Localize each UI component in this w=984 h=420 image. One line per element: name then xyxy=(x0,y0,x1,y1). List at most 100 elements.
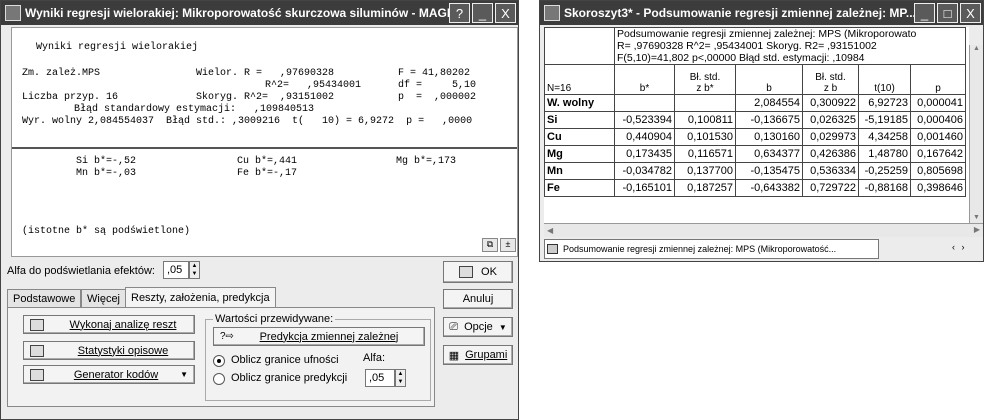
stepper-up-icon[interactable]: ▲ xyxy=(192,263,198,269)
scroll-left-icon[interactable]: ◀ xyxy=(547,226,553,235)
scroll-up-icon[interactable]: ▲ xyxy=(970,45,983,52)
table-cell[interactable]: 0,000406 xyxy=(910,111,966,129)
table-row[interactable]: W. wolny 2,084554 0,300922 6,92723 0,000… xyxy=(544,94,966,112)
close-button[interactable]: X xyxy=(960,3,981,23)
close-button[interactable]: X xyxy=(495,3,516,23)
table-cell[interactable]: 0,634377 xyxy=(735,145,803,163)
row-header[interactable]: Si xyxy=(544,111,615,129)
pencil-icon xyxy=(30,368,44,381)
next-sheet-icon[interactable]: › xyxy=(962,242,965,252)
table-cell[interactable]: 0,026325 xyxy=(802,111,859,129)
table-cell[interactable]: 6,92723 xyxy=(858,94,911,112)
cancel-button[interactable]: Anuluj xyxy=(443,289,513,309)
table-cell[interactable]: 0,029973 xyxy=(802,128,859,146)
tab-basic[interactable]: Podstawowe xyxy=(7,289,82,307)
table-cell[interactable] xyxy=(674,94,736,112)
table-cell[interactable]: 1,48780 xyxy=(858,145,911,163)
predict-dependent-button[interactable]: ?⇨ Predykcja zmiennej zależnej xyxy=(213,327,425,346)
prev-sheet-icon[interactable]: ‹ xyxy=(952,242,955,252)
column-header[interactable]: t(10) xyxy=(858,64,911,95)
options-button[interactable]: ⎚ Opcje ▼ xyxy=(443,317,513,337)
table-cell[interactable]: -0,88168 xyxy=(858,179,911,197)
table-cell[interactable]: 0,101530 xyxy=(674,128,736,146)
table-cell[interactable]: 0,536334 xyxy=(802,162,859,180)
vertical-scrollbar[interactable]: ▲ ▼ xyxy=(969,45,983,223)
table-cell[interactable]: -5,19185 xyxy=(858,111,911,129)
table-cell[interactable] xyxy=(614,94,675,112)
table-cell[interactable]: 0,000041 xyxy=(910,94,966,112)
table-cell[interactable]: 0,300922 xyxy=(802,94,859,112)
minimize-button[interactable]: _ xyxy=(914,3,935,23)
table-cell[interactable]: 0,173435 xyxy=(614,145,675,163)
radio-prediction-limits[interactable] xyxy=(213,373,225,385)
column-header[interactable]: Bł. std. z b xyxy=(802,64,859,95)
stepper-down-icon[interactable]: ▼ xyxy=(398,379,404,385)
alpha-stepper[interactable]: ▲ ▼ xyxy=(395,369,406,387)
spreadsheet-grid[interactable]: Podsumowanie regresji zmiennej zależnej:… xyxy=(544,27,969,223)
row-header[interactable]: Mg xyxy=(544,145,615,163)
minimize-button[interactable]: _ xyxy=(472,3,493,23)
window-icon xyxy=(5,5,21,21)
table-cell[interactable]: -0,643382 xyxy=(735,179,803,197)
ok-button[interactable]: OK xyxy=(443,261,513,283)
descriptive-stats-button[interactable]: Statystyki opisowe xyxy=(23,341,195,360)
horizontal-scrollbar[interactable]: ◀ ▶ xyxy=(544,223,983,237)
radio-confidence-limits[interactable] xyxy=(213,355,225,367)
column-header[interactable]: Bł. std. z b* xyxy=(674,64,736,95)
row-header[interactable]: Mn xyxy=(544,162,615,180)
sheet-icon xyxy=(547,244,558,254)
table-cell[interactable]: -0,165101 xyxy=(614,179,675,197)
expand-icon[interactable]: ± xyxy=(500,238,516,252)
table-row[interactable]: Mn -0,034782 0,137700 -0,135475 0,536334… xyxy=(544,162,966,180)
table-cell[interactable]: -0,523394 xyxy=(614,111,675,129)
tab-residuals[interactable]: Reszty, założenia, predykcja xyxy=(125,287,276,307)
maximize-button[interactable]: □ xyxy=(937,3,958,23)
table-row[interactable]: Cu 0,440904 0,101530 0,130160 0,029973 4… xyxy=(544,128,966,146)
column-header[interactable]: p xyxy=(910,64,966,95)
table-cell[interactable]: 0,398646 xyxy=(910,179,966,197)
table-cell[interactable]: 0,440904 xyxy=(614,128,675,146)
sheet-tab[interactable]: Podsumowanie regresji zmiennej zależnej:… xyxy=(544,239,879,259)
alpha-effects-input[interactable]: ,05 xyxy=(163,261,189,279)
stepper-up-icon[interactable]: ▲ xyxy=(398,371,404,377)
table-cell[interactable]: 0,137700 xyxy=(674,162,736,180)
table-cell[interactable]: 0,001460 xyxy=(910,128,966,146)
table-cell[interactable]: 0,100811 xyxy=(674,111,736,129)
table-row[interactable]: Si -0,523394 0,100811 -0,136675 0,026325… xyxy=(544,111,966,129)
column-header[interactable]: b xyxy=(735,64,803,95)
row-header[interactable]: Fe xyxy=(544,179,615,197)
table-cell[interactable]: 0,426386 xyxy=(802,145,859,163)
table-cell[interactable]: 0,805698 xyxy=(910,162,966,180)
sheet-nav-arrows[interactable]: ‹ › xyxy=(952,242,965,252)
residual-analysis-button[interactable]: Wykonaj analizę reszt xyxy=(23,315,195,334)
alpha-effects-stepper[interactable]: ▲ ▼ xyxy=(189,261,200,279)
table-cell[interactable]: 0,187257 xyxy=(674,179,736,197)
table-cell[interactable]: 0,130160 xyxy=(735,128,803,146)
table-cell[interactable]: 0,729722 xyxy=(802,179,859,197)
tab-more[interactable]: Więcej xyxy=(81,289,127,307)
scroll-down-icon[interactable]: ▼ xyxy=(973,214,980,221)
table-cell[interactable]: -0,25259 xyxy=(858,162,911,180)
code-generator-button[interactable]: Generator kodów ▼ xyxy=(23,365,195,384)
table-cell[interactable]: 0,167642 xyxy=(910,145,966,163)
scroll-right-icon[interactable]: ▶ xyxy=(974,225,980,234)
table-cell[interactable]: 4,34258 xyxy=(858,128,911,146)
table-row[interactable]: Mg 0,173435 0,116571 0,634377 0,426386 1… xyxy=(544,145,966,163)
row-header[interactable]: W. wolny xyxy=(544,94,615,112)
table-cell[interactable]: -0,136675 xyxy=(735,111,803,129)
alpha-effects-label: Alfa do podświetlania efektów: xyxy=(7,265,155,277)
groups-button[interactable]: ▦ Grupami xyxy=(443,345,513,365)
help-button[interactable]: ? xyxy=(449,3,470,23)
table-cell[interactable]: -0,034782 xyxy=(614,162,675,180)
standard-error-text: Błąd standardowy estymacji: ,109840513 xyxy=(74,104,315,115)
table-row[interactable]: Fe -0,165101 0,187257 -0,643382 0,729722… xyxy=(544,179,966,197)
alpha-input[interactable]: ,05 xyxy=(365,369,395,387)
table-cell[interactable]: 2,084554 xyxy=(735,94,803,112)
copy-icon[interactable]: ⧉ xyxy=(482,238,498,252)
left-title-bar[interactable]: Wyniki regresji wielorakiej: Mikroporowa… xyxy=(1,1,518,25)
column-header[interactable]: b* xyxy=(614,64,675,95)
table-cell[interactable]: 0,116571 xyxy=(674,145,736,163)
stepper-down-icon[interactable]: ▼ xyxy=(192,271,198,277)
table-cell[interactable]: -0,135475 xyxy=(735,162,803,180)
row-header[interactable]: Cu xyxy=(544,128,615,146)
